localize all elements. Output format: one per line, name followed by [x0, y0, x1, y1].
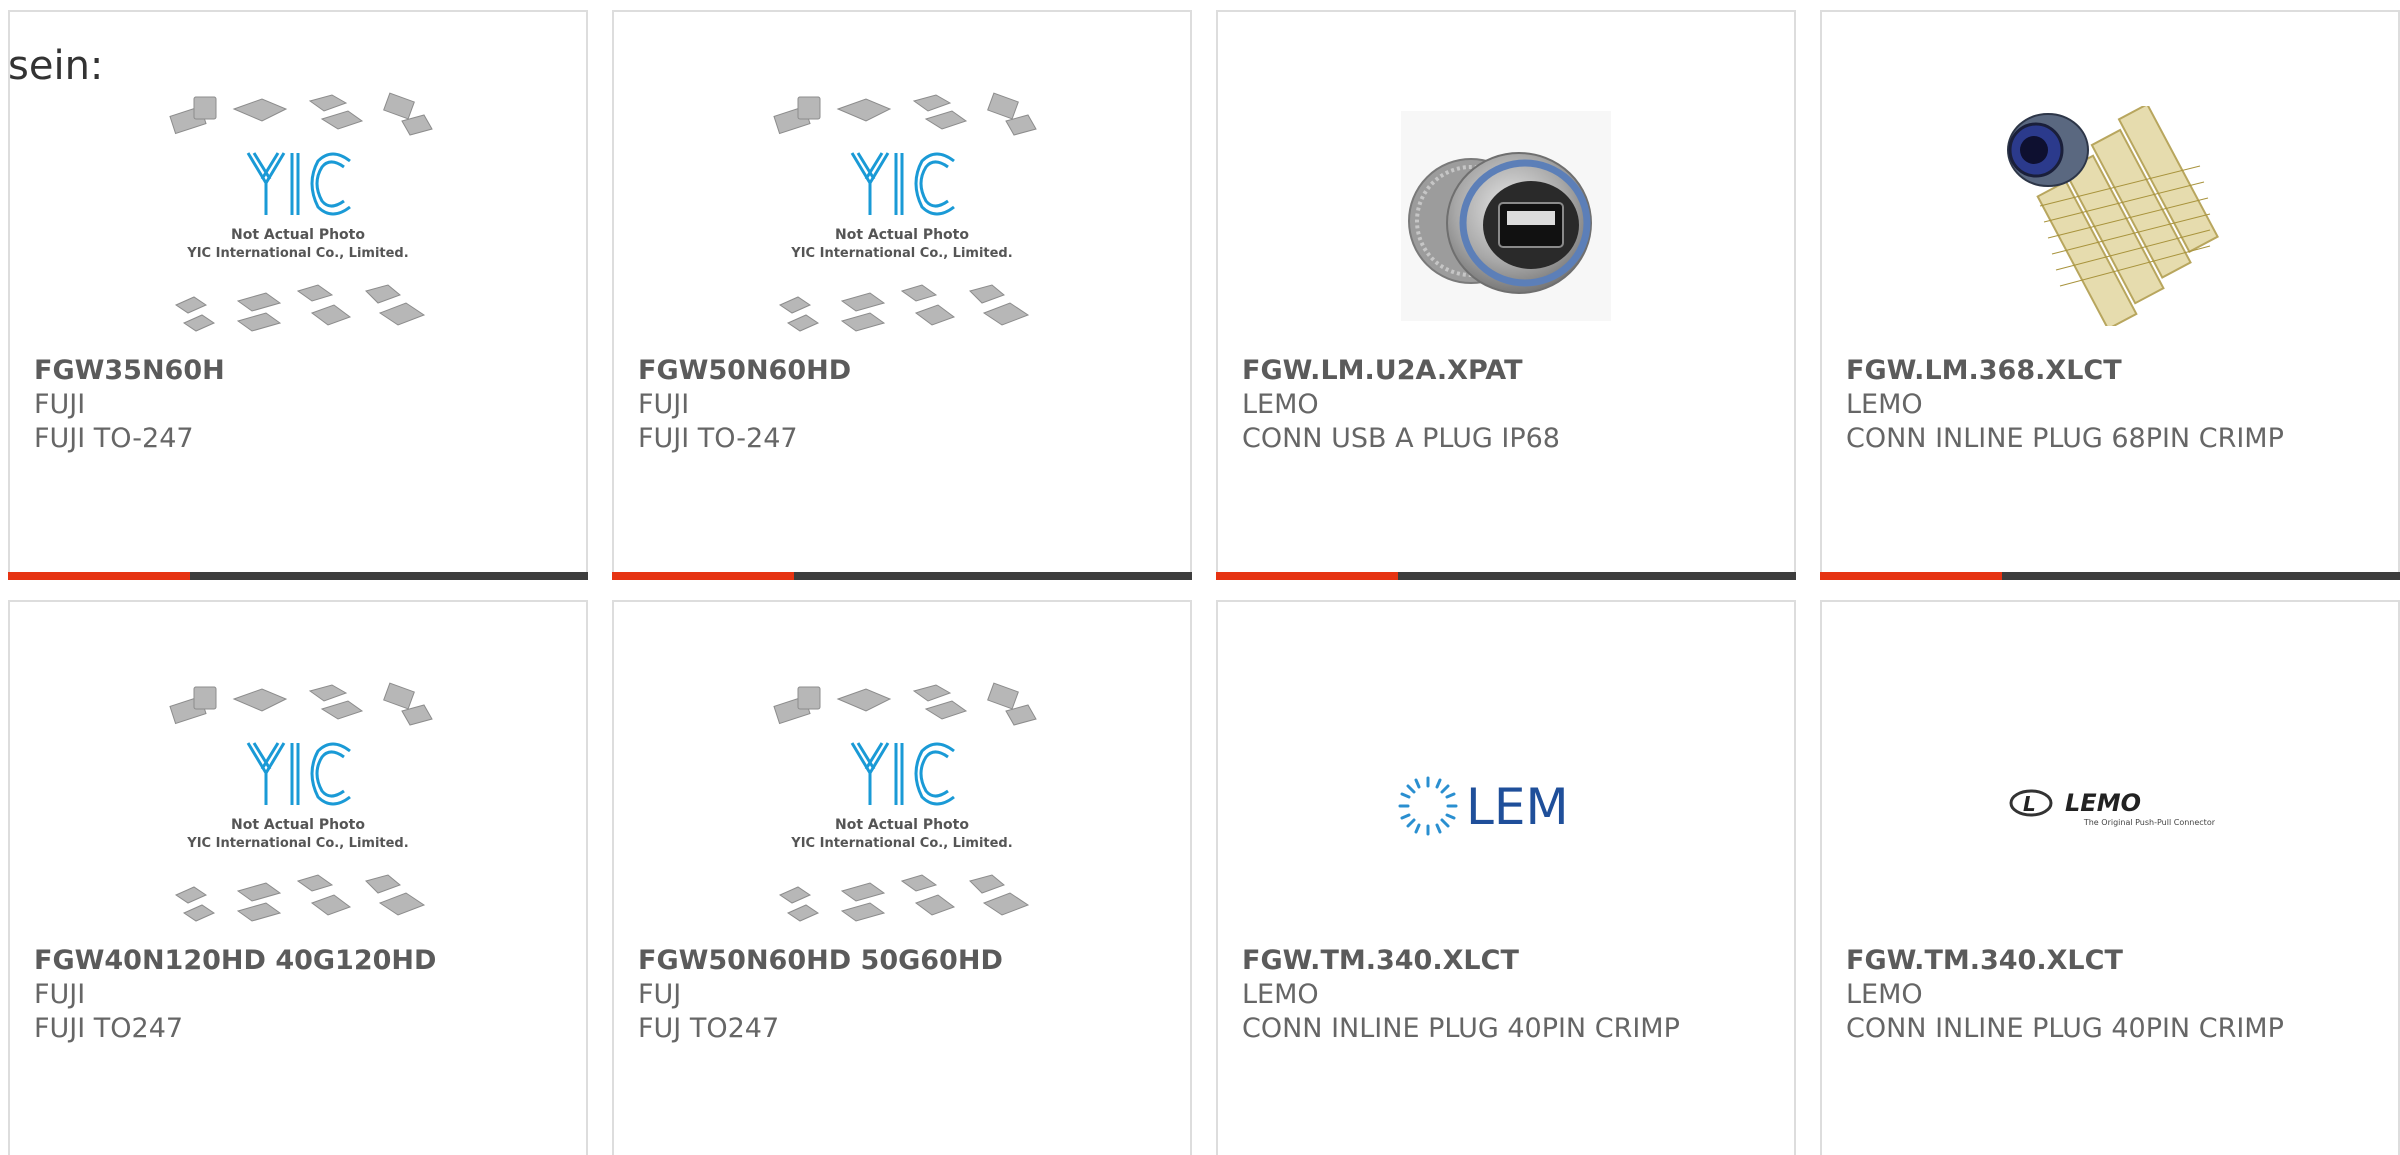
intro-text: sein: [8, 43, 104, 89]
description: CONN INLINE PLUG 40PIN CRIMP [1242, 1013, 1680, 1044]
manufacturer: FUJI [638, 389, 690, 420]
product-card[interactable]: L LEMO The Original Push-Pull Connector … [1820, 600, 2400, 1155]
product-image[interactable]: LEM [1218, 666, 1794, 946]
description: CONN INLINE PLUG 68PIN CRIMP [1846, 423, 2284, 454]
product-card[interactable]: FGW.LM.U2A.XPAT LEMO CONN USB A PLUG IP6… [1216, 10, 1796, 580]
lemo-logo-text: LEMO [2065, 789, 2141, 817]
product-image[interactable]: Not Actual Photo YIC International Co., … [614, 76, 1190, 356]
lem-logo-text: LEM [1466, 778, 1569, 836]
placeholder-line1: Not Actual Photo [231, 227, 365, 243]
card-bottom-bar [612, 572, 1192, 580]
description: FUJI TO-247 [638, 423, 798, 454]
manufacturer: FUJI [34, 979, 86, 1010]
product-image[interactable] [1822, 76, 2398, 356]
description: FUJI TO-247 [34, 423, 194, 454]
card-accent-bar [8, 572, 190, 580]
card-accent-bar [1820, 572, 2002, 580]
product-card[interactable]: FGW.LM.368.XLCT LEMO CONN INLINE PLUG 68… [1820, 10, 2400, 580]
product-image[interactable] [1218, 76, 1794, 356]
lemo-logo: L LEMO The Original Push-Pull Connector [2009, 789, 2215, 827]
svg-text:L: L [2023, 792, 2036, 816]
product-image[interactable]: L LEMO The Original Push-Pull Connector [1822, 666, 2398, 946]
product-card[interactable]: Not Actual Photo YIC International Co., … [612, 10, 1192, 580]
part-number[interactable]: FGW.TM.340.XLCT [1846, 944, 2382, 978]
placeholder-line1: Not Actual Photo [835, 817, 969, 833]
card-accent-bar [1216, 572, 1398, 580]
product-image[interactable]: Not Actual Photo YIC International Co., … [10, 666, 586, 946]
placeholder-line2: YIC International Co., Limited. [790, 246, 1012, 261]
inline-plug-with-pins-photo [2000, 106, 2220, 326]
part-number[interactable]: FGW.LM.U2A.XPAT [1242, 354, 1778, 388]
yic-placeholder-image: Not Actual Photo YIC International Co., … [773, 92, 1037, 332]
product-card[interactable]: LEM FGW.TM.340.XLCT LEMO CONN INLINE PLU… [1216, 600, 1796, 1155]
part-number[interactable]: FGW.TM.340.XLCT [1242, 944, 1778, 978]
manufacturer: LEMO [1846, 979, 1923, 1010]
product-image[interactable]: Not Actual Photo YIC International Co., … [10, 76, 586, 356]
card-bottom-bar [8, 572, 588, 580]
placeholder-line2: YIC International Co., Limited. [790, 836, 1012, 851]
card-accent-bar [612, 572, 794, 580]
yic-placeholder-image: Not Actual Photo YIC International Co., … [773, 682, 1037, 922]
part-number[interactable]: FGW50N60HD [638, 354, 1174, 388]
lemo-logo-tagline: The Original Push-Pull Connector [2083, 818, 2215, 827]
card-bottom-bar [1216, 572, 1796, 580]
lem-logo: LEM [1398, 776, 1569, 836]
product-grid-page: sein: Not Actual Photo YIC International… [0, 0, 2400, 1155]
product-card[interactable]: Not Actual Photo YIC International Co., … [8, 600, 588, 1155]
part-number[interactable]: FGW35N60H [34, 354, 570, 388]
product-card[interactable]: Not Actual Photo YIC International Co., … [612, 600, 1192, 1155]
usb-connector-photo [1401, 111, 1611, 321]
manufacturer: LEMO [1846, 389, 1923, 420]
part-number[interactable]: FGW50N60HD 50G60HD [638, 944, 1174, 978]
placeholder-line2: YIC International Co., Limited. [186, 836, 408, 851]
part-number[interactable]: FGW40N120HD 40G120HD [34, 944, 570, 978]
placeholder-line1: Not Actual Photo [835, 227, 969, 243]
placeholder-line1: Not Actual Photo [231, 817, 365, 833]
card-bottom-bar [1820, 572, 2400, 580]
manufacturer: LEMO [1242, 979, 1319, 1010]
description: FUJ TO247 [638, 1013, 780, 1044]
manufacturer: FUJI [34, 389, 86, 420]
yic-placeholder-image: Not Actual Photo YIC International Co., … [169, 682, 433, 922]
description: CONN USB A PLUG IP68 [1242, 423, 1560, 454]
product-image[interactable]: Not Actual Photo YIC International Co., … [614, 666, 1190, 946]
part-number[interactable]: FGW.LM.368.XLCT [1846, 354, 2382, 388]
yic-placeholder-image: Not Actual Photo YIC International Co., … [169, 92, 433, 332]
placeholder-line2: YIC International Co., Limited. [186, 246, 408, 261]
manufacturer: LEMO [1242, 389, 1319, 420]
manufacturer: FUJ [638, 979, 682, 1010]
description: FUJI TO247 [34, 1013, 184, 1044]
description: CONN INLINE PLUG 40PIN CRIMP [1846, 1013, 2284, 1044]
